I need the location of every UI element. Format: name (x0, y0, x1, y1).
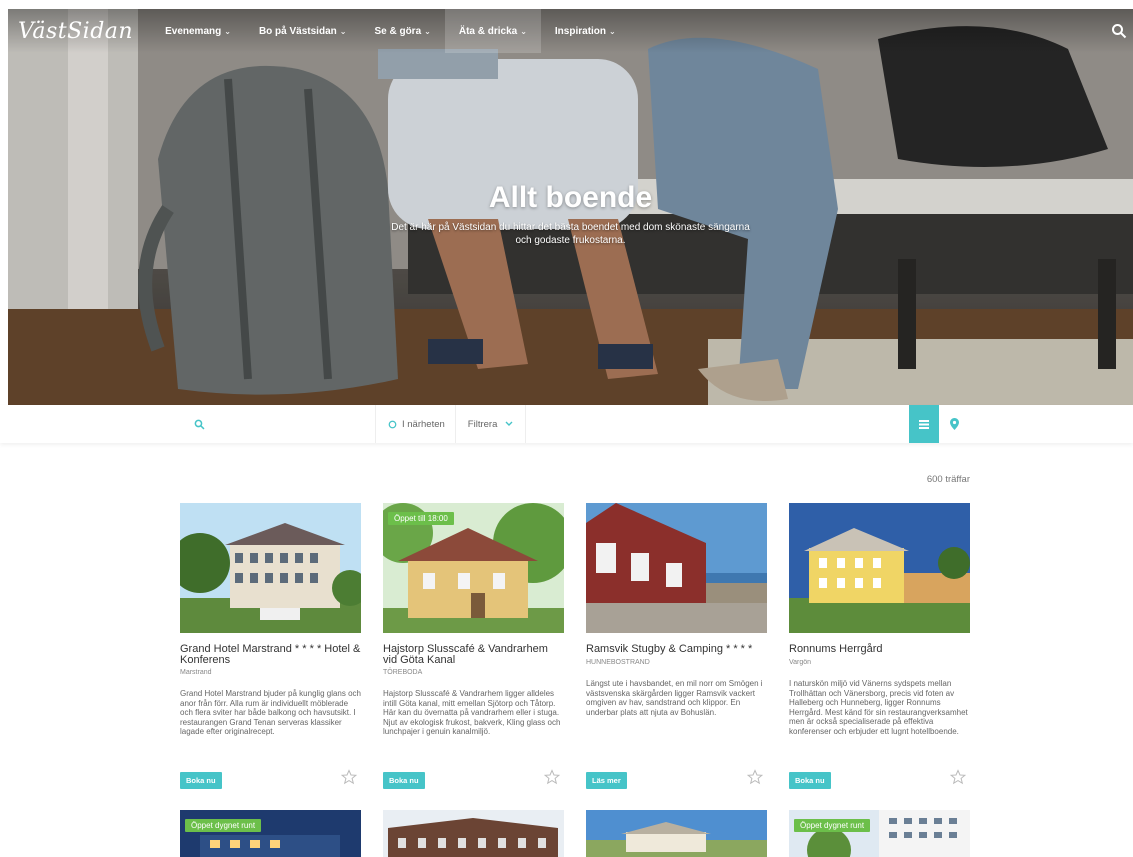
nearby-label: I närheten (402, 418, 445, 430)
nav-item-inspiration[interactable]: Inspiration ⌄ (541, 9, 630, 53)
star-icon[interactable] (950, 769, 966, 785)
filter-label: Filtrera (467, 418, 498, 430)
card-title[interactable]: Ronnums Herrgård (789, 644, 970, 655)
page-subtitle: Det är här på Västsidan du hittar det bä… (391, 222, 750, 246)
chevron-down-icon: ⌄ (520, 26, 527, 36)
filter-dropdown[interactable]: Filtrera (456, 405, 527, 443)
map-pin-icon (949, 418, 959, 430)
site-logo[interactable]: VästSidan (18, 19, 133, 44)
result-card-image[interactable] (383, 810, 564, 857)
nav-item-label: Inspiration (554, 25, 607, 37)
result-card[interactable]: Öppet till 18:00 Hajstorp Slusscafé & Va… (383, 503, 564, 793)
search-icon[interactable] (1111, 23, 1127, 39)
filter-bar: I närheten Filtrera (0, 405, 1133, 443)
read-more-button[interactable]: Läs mer (586, 772, 627, 789)
chevron-down-icon: ⌄ (339, 26, 347, 36)
nav-item-label: Evenemang (165, 25, 222, 37)
chevron-down-icon (505, 421, 513, 426)
star-icon[interactable] (341, 769, 357, 785)
result-card-image[interactable]: Öppet dygnet runt (180, 810, 361, 857)
open-status-badge: Öppet till 18:00 (388, 512, 454, 525)
card-image[interactable] (586, 503, 767, 633)
card-title[interactable]: Grand Hotel Marstrand * * * * Hotel & Ko… (180, 644, 361, 666)
top-navigation: VästSidan Evenemang ⌄ Bo på Västsidan ⌄ … (8, 9, 1133, 53)
result-card[interactable]: Ramsvik Stugby & Camping * * * * HUNNEBO… (586, 503, 767, 793)
search-icon (194, 419, 205, 430)
map-view-button[interactable] (939, 405, 969, 443)
card-image[interactable] (789, 503, 970, 633)
search-input[interactable] (213, 418, 363, 430)
card-title[interactable]: Hajstorp Slusscafé & Vandrarhem vid Göta… (383, 644, 564, 666)
card-image[interactable]: Öppet till 18:00 (383, 503, 564, 633)
card-image[interactable] (180, 503, 361, 633)
book-now-button[interactable]: Boka nu (789, 772, 831, 789)
result-card-image[interactable]: Öppet dygnet runt (789, 810, 970, 857)
location-circle-icon (388, 420, 397, 428)
result-card[interactable]: Ronnums Herrgård Vargön I naturskön milj… (789, 503, 970, 793)
star-icon[interactable] (747, 769, 763, 785)
result-card-image[interactable] (586, 810, 767, 857)
card-description: Hajstorp Slusscafé & Vandrarhem ligger a… (383, 689, 561, 736)
card-description: Längst ute i havsbandet, en mil norr om … (586, 679, 763, 717)
list-view-button[interactable] (909, 405, 939, 443)
results-count: 600 träffar (926, 474, 970, 485)
card-description: Grand Hotel Marstrand bjuder på kunglig … (180, 689, 361, 736)
card-location: Marstrand (180, 669, 212, 676)
list-icon (919, 419, 929, 429)
card-description: I naturskön miljö vid Vänerns sydspets m… (789, 679, 968, 736)
open-status-badge: Öppet dygnet runt (185, 819, 262, 832)
nav-item-label: Äta & dricka (458, 25, 518, 37)
nav-item-label: Bo på Västsidan (258, 25, 337, 37)
search-field[interactable] (180, 405, 376, 443)
nearby-toggle[interactable]: I närheten (378, 405, 456, 443)
nav-item-bo-pa-vastsidan[interactable]: Bo på Västsidan ⌄ (245, 9, 361, 53)
nav-item-ata-och-dricka[interactable]: Äta & dricka ⌄ (444, 9, 541, 53)
hero-banner: VästSidan Evenemang ⌄ Bo på Västsidan ⌄ … (8, 9, 1133, 405)
open-status-badge: Öppet dygnet runt (794, 819, 871, 832)
star-icon[interactable] (544, 769, 560, 785)
card-title[interactable]: Ramsvik Stugby & Camping * * * * (586, 644, 767, 655)
chevron-down-icon: ⌄ (424, 26, 431, 36)
card-location: HUNNEBOSTRAND (586, 659, 650, 666)
nav-item-label: Se & göra (374, 25, 422, 37)
card-location: TÖREBODA (383, 669, 423, 676)
nav-item-se-och-gora[interactable]: Se & göra ⌄ (360, 9, 444, 53)
page-title: Allt boende (488, 181, 653, 214)
nav-item-evenemang[interactable]: Evenemang ⌄ (151, 9, 245, 53)
book-now-button[interactable]: Boka nu (180, 772, 222, 789)
chevron-down-icon: ⌄ (224, 26, 231, 36)
book-now-button[interactable]: Boka nu (383, 772, 425, 789)
chevron-down-icon: ⌄ (609, 26, 616, 36)
result-card[interactable]: Grand Hotel Marstrand * * * * Hotel & Ko… (180, 503, 361, 793)
card-location: Vargön (789, 659, 812, 666)
